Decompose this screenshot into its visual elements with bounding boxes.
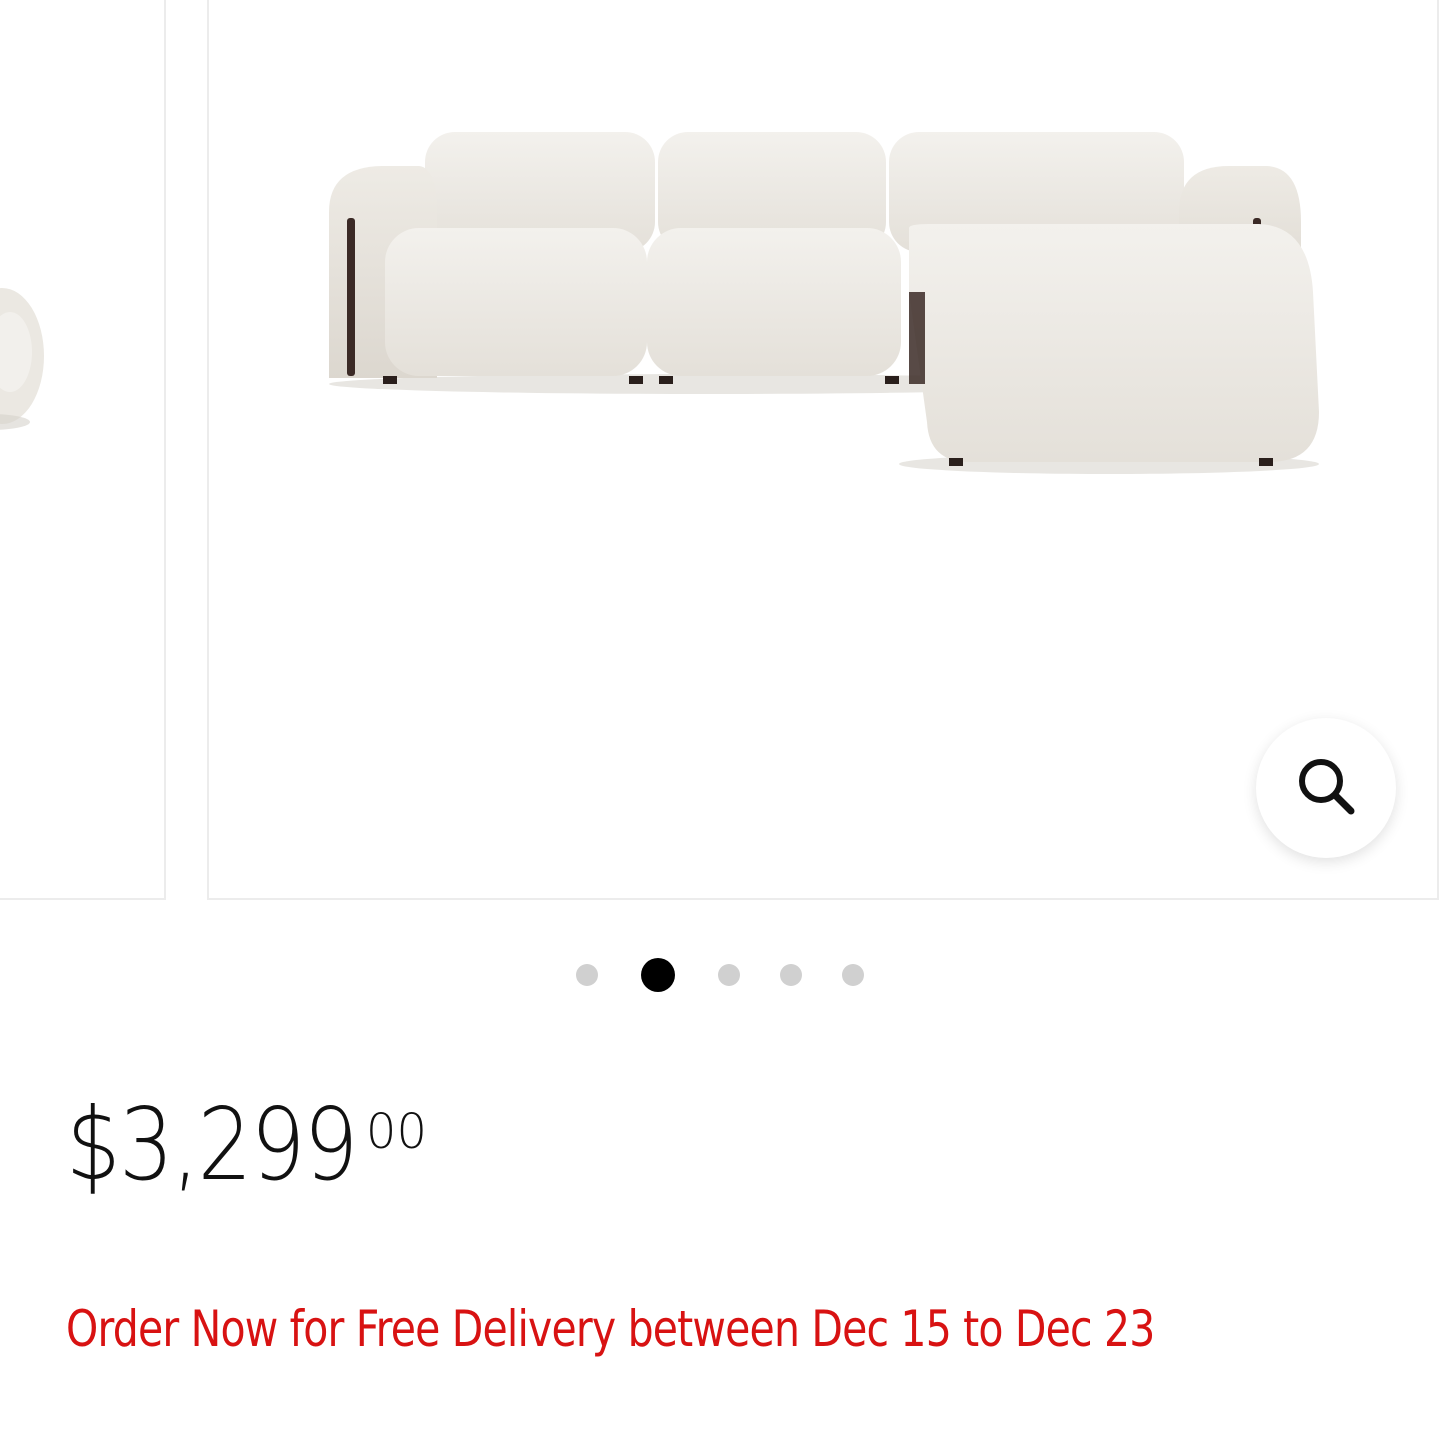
carousel-dot-4[interactable]: [780, 964, 802, 986]
carousel-dot-1[interactable]: [576, 964, 598, 986]
carousel-pagination: [0, 955, 1440, 995]
gallery-main-card[interactable]: [207, 0, 1439, 900]
carousel-dot-2-active[interactable]: [641, 958, 675, 992]
carousel-dot-5[interactable]: [842, 964, 864, 986]
price-cents: 00: [365, 1104, 427, 1160]
prev-product-image: [0, 288, 44, 430]
sofa-product-image: [329, 132, 1319, 474]
price-main: $3,299: [66, 1086, 358, 1203]
carousel-dot-3[interactable]: [718, 964, 740, 986]
gallery-prev-card[interactable]: [0, 0, 166, 900]
product-price: $3,299 00: [66, 1090, 427, 1200]
zoom-button[interactable]: [1256, 718, 1396, 858]
magnifier-icon: [1293, 753, 1359, 823]
delivery-message: Order Now for Free Delivery between Dec …: [66, 1300, 1155, 1358]
